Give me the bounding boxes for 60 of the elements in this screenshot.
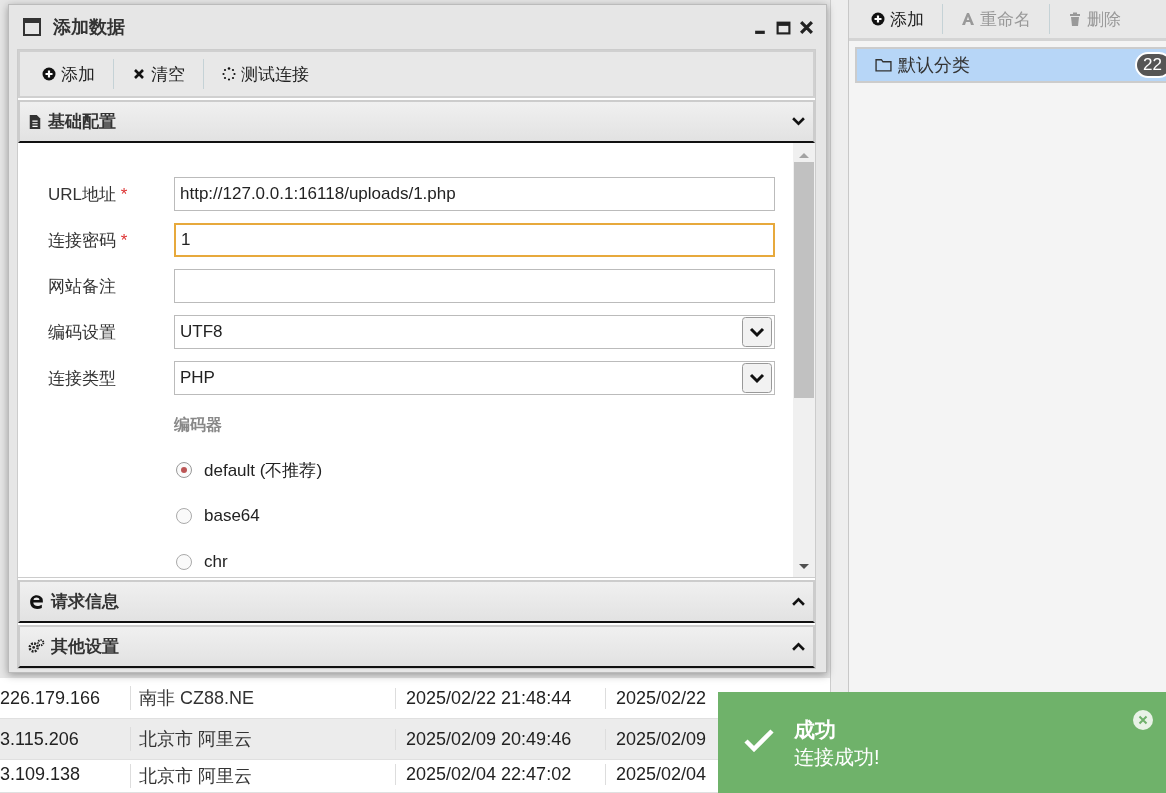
toolbar-button[interactable]: 添加: [865, 3, 930, 35]
radio-button[interactable]: [176, 508, 192, 524]
toolbar-button[interactable]: 测试连接: [216, 58, 315, 90]
input-field[interactable]: 1: [174, 223, 775, 257]
document-icon: [28, 114, 42, 129]
plus-circle-icon: [871, 12, 885, 26]
dropdown[interactable]: UTF8: [174, 315, 775, 349]
chevron-down-icon: [742, 317, 772, 347]
table-cell: 北京市 阿里云: [130, 764, 262, 788]
maximize-icon[interactable]: [776, 19, 791, 35]
input-field[interactable]: [174, 269, 775, 303]
letter-a-icon: [961, 12, 975, 26]
field-label: URL地址 *: [48, 183, 129, 206]
accordion-header[interactable]: 请求信息: [18, 580, 815, 623]
toolbar-button[interactable]: 清空: [126, 58, 191, 90]
chevron-down-icon: [742, 363, 772, 393]
close-icon[interactable]: [799, 19, 814, 35]
checkmark-icon: [744, 728, 774, 752]
category-item[interactable]: 默认分类 22: [855, 47, 1166, 83]
table-cell: 北京市 阿里云: [130, 727, 262, 751]
radio-button[interactable]: [176, 554, 192, 570]
field-label: 连接类型: [48, 367, 117, 390]
table-cell-text: 3.109.138: [0, 764, 82, 785]
scrollbar[interactable]: [793, 143, 815, 577]
radio-label: default (不推荐): [204, 459, 323, 482]
table-cell: 2025/02/09 20:49:46: [395, 728, 605, 750]
letter-e-icon: [28, 593, 45, 610]
field-label: 连接密码 *: [48, 229, 129, 252]
table-cell-text: 226.179.166: [0, 687, 102, 709]
gears-icon: [28, 638, 45, 655]
trash-icon: [1068, 12, 1082, 26]
radio-label: chr: [204, 552, 228, 572]
chevron-down-icon: [792, 117, 805, 126]
chevron-up-icon: [792, 597, 805, 606]
chevron-up-icon: [792, 642, 805, 651]
category-label: 默认分类: [898, 54, 970, 77]
table-cell: 南非 CZ88.NE: [130, 686, 262, 710]
plus-circle-icon: [42, 67, 56, 81]
count-badge: 22: [1135, 52, 1166, 78]
radio-button[interactable]: [176, 462, 192, 478]
window-icon: [23, 18, 41, 36]
accordion-header[interactable]: 其他设置: [18, 625, 815, 668]
field-label: 网站备注: [48, 275, 117, 298]
field-label: 编码设置: [48, 321, 117, 344]
radio-label: base64: [204, 506, 260, 526]
input-field[interactable]: http://127.0.0.1:16118/uploads/1.php: [174, 177, 775, 211]
table-cell-text: 3.115.206: [0, 728, 80, 750]
section-title: 其他设置: [51, 636, 120, 658]
spinner-icon: [222, 67, 236, 81]
folder-icon: [875, 58, 892, 72]
dropdown[interactable]: PHP: [174, 361, 775, 395]
group-label: 编码器: [174, 415, 223, 435]
section-title: 基础配置: [48, 111, 117, 133]
toolbar-button[interactable]: 添加: [36, 58, 101, 90]
accordion-header[interactable]: 基础配置: [18, 100, 815, 143]
close-icon: [132, 67, 146, 81]
table-cell: 2025/02/04 22:47:02: [395, 764, 605, 785]
section-title: 请求信息: [51, 591, 120, 613]
window-title: 添加数据: [53, 16, 126, 39]
table-cell: 2025/02/22 21:48:44: [395, 687, 605, 709]
